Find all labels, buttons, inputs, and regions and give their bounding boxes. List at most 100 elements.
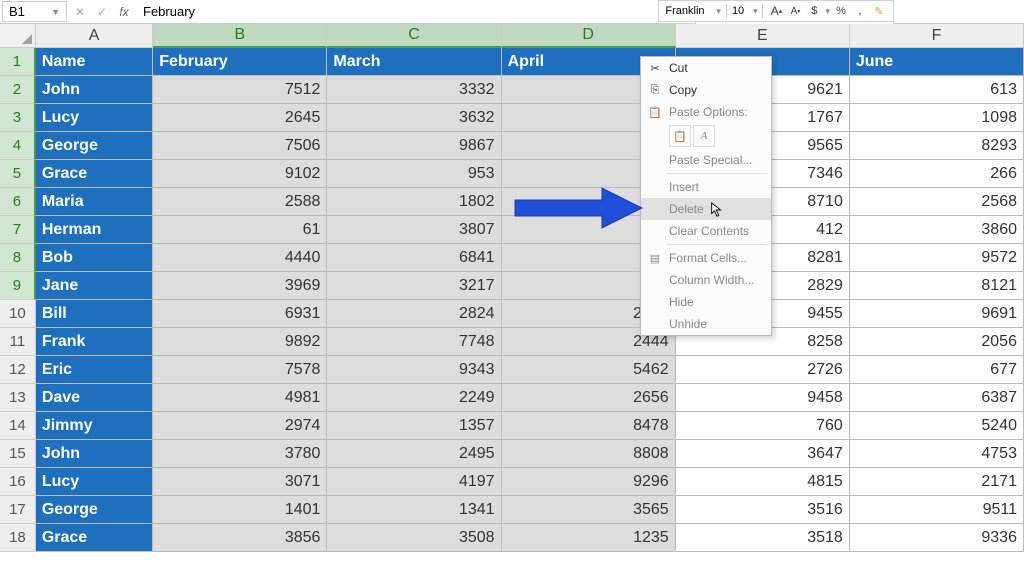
- data-cell[interactable]: 3516: [676, 496, 850, 524]
- data-cell[interactable]: 760: [676, 412, 850, 440]
- data-cell[interactable]: 9691: [850, 300, 1024, 328]
- data-cell[interactable]: 3632: [327, 104, 501, 132]
- data-cell[interactable]: 1802: [327, 188, 501, 216]
- col-header-d[interactable]: D: [502, 24, 676, 48]
- data-cell[interactable]: 3856: [153, 524, 327, 552]
- data-cell[interactable]: 9892: [153, 328, 327, 356]
- row-header-6[interactable]: 6: [0, 188, 36, 216]
- row-header-3[interactable]: 3: [0, 104, 36, 132]
- data-cell[interactable]: 1098: [850, 104, 1024, 132]
- data-cell[interactable]: 2656: [502, 384, 676, 412]
- data-cell[interactable]: 7748: [327, 328, 501, 356]
- row-header-7[interactable]: 7: [0, 216, 36, 244]
- comma-icon[interactable]: ,: [852, 3, 868, 19]
- data-cell[interactable]: 2056: [850, 328, 1024, 356]
- name-cell[interactable]: Lucy: [36, 104, 153, 132]
- context-menu-paste-special[interactable]: Paste Special...: [641, 149, 771, 171]
- name-cell[interactable]: Frank: [36, 328, 153, 356]
- context-menu-format-cells[interactable]: ▤ Format Cells...: [641, 247, 771, 269]
- data-cell[interactable]: 677: [850, 356, 1024, 384]
- data-cell[interactable]: 9336: [850, 524, 1024, 552]
- data-cell[interactable]: 1235: [502, 524, 676, 552]
- context-menu-copy[interactable]: ⎘ Copy: [641, 79, 771, 101]
- data-cell[interactable]: 3217: [327, 272, 501, 300]
- col-header-f[interactable]: F: [850, 24, 1024, 48]
- data-cell[interactable]: 6931: [153, 300, 327, 328]
- data-cell[interactable]: 2568: [850, 188, 1024, 216]
- data-cell[interactable]: 9343: [327, 356, 501, 384]
- context-menu-clear-contents[interactable]: Clear Contents: [641, 220, 771, 242]
- data-cell[interactable]: 3071: [153, 468, 327, 496]
- data-cell[interactable]: 1341: [327, 496, 501, 524]
- data-cell[interactable]: 4440: [153, 244, 327, 272]
- data-cell[interactable]: 6841: [327, 244, 501, 272]
- data-cell[interactable]: 8293: [850, 132, 1024, 160]
- data-cell[interactable]: 7506: [153, 132, 327, 160]
- name-cell[interactable]: Jane: [36, 272, 153, 300]
- data-cell[interactable]: 6387: [850, 384, 1024, 412]
- row-header-8[interactable]: 8: [0, 244, 36, 272]
- data-cell[interactable]: 2588: [153, 188, 327, 216]
- row-header-2[interactable]: 2: [0, 76, 36, 104]
- name-cell[interactable]: George: [36, 132, 153, 160]
- name-cell[interactable]: Maria: [36, 188, 153, 216]
- data-cell[interactable]: 9102: [153, 160, 327, 188]
- name-cell[interactable]: Lucy: [36, 468, 153, 496]
- data-cell[interactable]: 3780: [153, 440, 327, 468]
- fx-icon[interactable]: fx: [113, 2, 135, 22]
- data-cell[interactable]: 2824: [327, 300, 501, 328]
- row-header-5[interactable]: 5: [0, 160, 36, 188]
- header-cell[interactable]: June: [850, 48, 1024, 76]
- data-cell[interactable]: 2171: [850, 468, 1024, 496]
- row-header-4[interactable]: 4: [0, 132, 36, 160]
- header-cell[interactable]: Name: [36, 48, 153, 76]
- name-cell[interactable]: John: [36, 76, 153, 104]
- data-cell[interactable]: 4981: [153, 384, 327, 412]
- data-cell[interactable]: 3969: [153, 272, 327, 300]
- paste-values-icon[interactable]: A: [693, 125, 715, 147]
- percent-icon[interactable]: %: [833, 3, 849, 19]
- name-cell[interactable]: Bill: [36, 300, 153, 328]
- increase-font-icon[interactable]: A▴: [768, 3, 784, 19]
- decrease-font-icon[interactable]: A▾: [787, 3, 803, 19]
- data-cell[interactable]: 3807: [327, 216, 501, 244]
- paste-default-icon[interactable]: 📋: [669, 125, 691, 147]
- data-cell[interactable]: 7512: [153, 76, 327, 104]
- header-cell[interactable]: February: [153, 48, 327, 76]
- font-size-select[interactable]: 10: [732, 5, 750, 17]
- context-menu-delete[interactable]: Delete: [641, 198, 771, 220]
- name-cell[interactable]: Dave: [36, 384, 153, 412]
- data-cell[interactable]: 9296: [502, 468, 676, 496]
- name-cell[interactable]: Herman: [36, 216, 153, 244]
- name-cell[interactable]: Grace: [36, 160, 153, 188]
- data-cell[interactable]: 8808: [502, 440, 676, 468]
- row-header-15[interactable]: 15: [0, 440, 36, 468]
- row-header-9[interactable]: 9: [0, 272, 36, 300]
- select-all-corner[interactable]: [0, 24, 36, 48]
- data-cell[interactable]: 5240: [850, 412, 1024, 440]
- context-menu-cut[interactable]: ✂ Cut: [641, 57, 771, 79]
- name-cell[interactable]: George: [36, 496, 153, 524]
- data-cell[interactable]: 8478: [502, 412, 676, 440]
- data-cell[interactable]: 266: [850, 160, 1024, 188]
- data-cell[interactable]: 8121: [850, 272, 1024, 300]
- context-menu-insert[interactable]: Insert: [641, 176, 771, 198]
- name-cell[interactable]: Eric: [36, 356, 153, 384]
- data-cell[interactable]: 4753: [850, 440, 1024, 468]
- data-cell[interactable]: 3565: [502, 496, 676, 524]
- data-cell[interactable]: 953: [327, 160, 501, 188]
- context-menu-column-width[interactable]: Column Width...: [641, 269, 771, 291]
- context-menu-unhide[interactable]: Unhide: [641, 313, 771, 335]
- data-cell[interactable]: 9867: [327, 132, 501, 160]
- data-cell[interactable]: 2645: [153, 104, 327, 132]
- col-header-c[interactable]: C: [327, 24, 501, 48]
- data-cell[interactable]: 7578: [153, 356, 327, 384]
- row-header-16[interactable]: 16: [0, 468, 36, 496]
- row-header-1[interactable]: 1: [0, 48, 36, 76]
- data-cell[interactable]: 9511: [850, 496, 1024, 524]
- row-header-10[interactable]: 10: [0, 300, 36, 328]
- data-cell[interactable]: 2495: [327, 440, 501, 468]
- name-cell[interactable]: Jimmy: [36, 412, 153, 440]
- row-header-17[interactable]: 17: [0, 496, 36, 524]
- data-cell[interactable]: 4815: [676, 468, 850, 496]
